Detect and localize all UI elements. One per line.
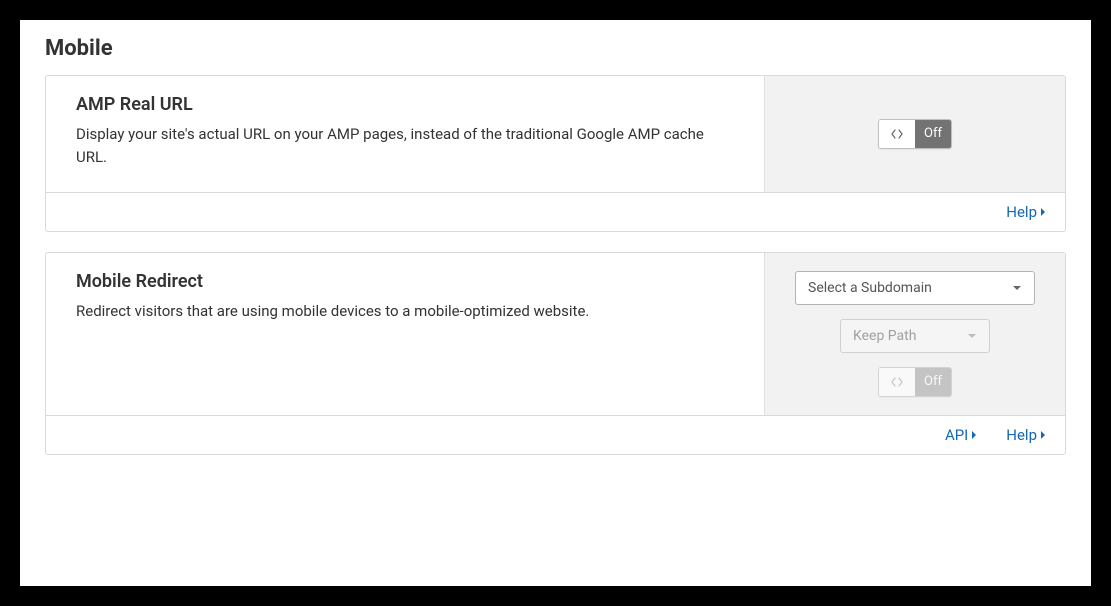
amp-title: AMP Real URL (76, 94, 734, 115)
subdomain-select-label: Select a Subdomain (808, 280, 932, 296)
mobile-redirect-api-link[interactable]: API (945, 426, 978, 444)
amp-toggle-state: Off (915, 120, 951, 148)
subdomain-select[interactable]: Select a Subdomain (795, 271, 1035, 305)
keep-path-label: Keep Path (853, 328, 916, 344)
api-label: API (945, 426, 968, 444)
amp-card: AMP Real URL Display your site's actual … (45, 75, 1066, 232)
mobile-redirect-toggle-state: Off (915, 368, 951, 396)
amp-toggle[interactable]: Off (878, 119, 952, 149)
mobile-redirect-card: Mobile Redirect Redirect visitors that a… (45, 252, 1066, 455)
chevron-right-icon (1039, 426, 1047, 444)
keep-path-select: Keep Path (840, 319, 990, 353)
amp-description: Display your site's actual URL on your A… (76, 123, 734, 170)
amp-help-link[interactable]: Help (1006, 203, 1047, 221)
toggle-handle-icon (879, 368, 915, 396)
mobile-redirect-description: Redirect visitors that are using mobile … (76, 300, 734, 323)
page-title: Mobile (45, 36, 1066, 61)
mobile-redirect-title: Mobile Redirect (76, 271, 734, 292)
caret-down-icon (967, 333, 977, 339)
mobile-redirect-help-link[interactable]: Help (1006, 426, 1047, 444)
help-label: Help (1006, 426, 1037, 444)
chevron-right-icon (1039, 203, 1047, 221)
mobile-redirect-toggle: Off (878, 367, 952, 397)
chevron-right-icon (970, 426, 978, 444)
toggle-handle-icon (879, 120, 915, 148)
help-label: Help (1006, 203, 1037, 221)
caret-down-icon (1012, 285, 1022, 291)
